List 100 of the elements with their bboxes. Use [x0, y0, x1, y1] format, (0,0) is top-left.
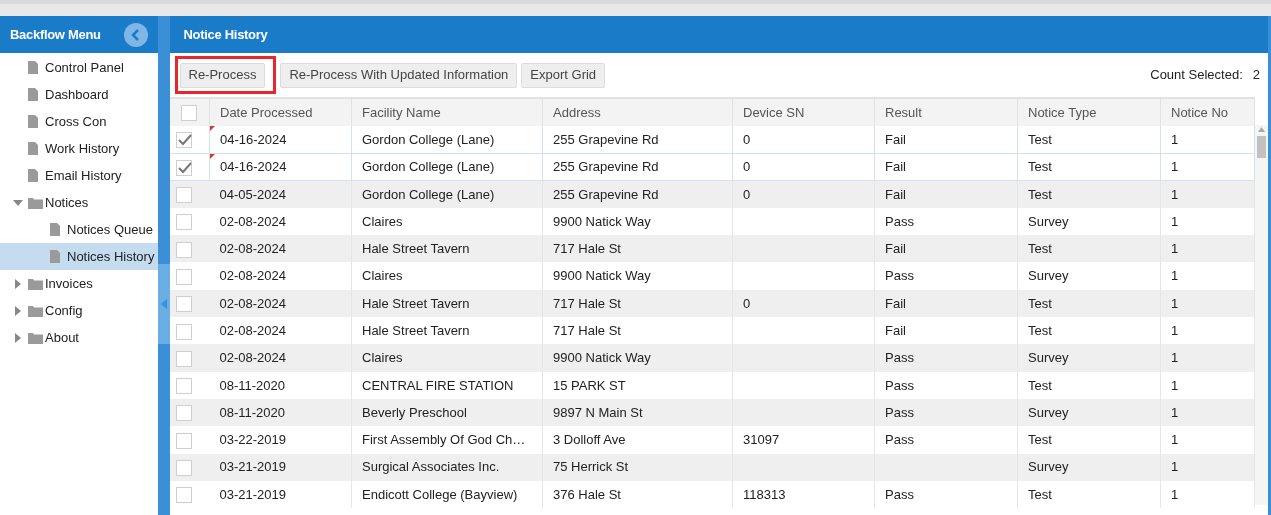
table-cell: CENTRAL FIRE STATION	[351, 371, 543, 399]
table-cell: Pass	[874, 262, 1018, 290]
toolbar-button[interactable]: Re-Process	[179, 62, 266, 88]
table-cell: Pass	[874, 480, 1018, 509]
document-icon	[50, 223, 60, 236]
table-cell: Pass	[874, 344, 1018, 372]
checkbox[interactable]	[175, 241, 192, 258]
table-cell: 02-08-2024	[209, 262, 352, 290]
table-cell: 1	[1160, 344, 1255, 372]
tree-item[interactable]: Notices History	[0, 243, 158, 270]
tree-item[interactable]: Config	[0, 297, 158, 324]
table-cell: Gordon College (Lane)	[351, 180, 543, 208]
tree-item[interactable]: Cross Con	[0, 108, 158, 135]
tree-item[interactable]: Notices Queue	[0, 216, 158, 243]
table-cell: Survey	[1017, 453, 1161, 481]
triangle-left-icon	[160, 298, 167, 309]
table-cell: Claires	[351, 344, 543, 372]
checkbox[interactable]	[175, 378, 192, 395]
table-cell: 1	[1160, 126, 1255, 154]
document-icon	[28, 115, 38, 128]
checkbox[interactable]	[175, 432, 192, 449]
checkbox[interactable]	[175, 268, 192, 285]
table-cell: 0	[732, 126, 875, 154]
table-cell: 1	[1160, 426, 1255, 454]
checkbox[interactable]	[175, 323, 192, 340]
table-cell: 1	[1160, 262, 1255, 290]
table-cell: Test	[1017, 426, 1161, 454]
tree-item[interactable]: Invoices	[0, 270, 158, 297]
table-cell: 04-16-2024	[209, 153, 352, 181]
table-cell: 1	[1160, 153, 1255, 181]
checkbox[interactable]	[175, 132, 192, 149]
table-cell: 15 PARK ST	[542, 371, 733, 399]
toolbar-button[interactable]: Export Grid	[521, 62, 606, 88]
checkbox[interactable]	[175, 296, 192, 313]
folder-icon	[28, 331, 43, 344]
checkbox[interactable]	[175, 159, 192, 176]
tree-item[interactable]: Control Panel	[0, 54, 158, 81]
table-cell: Pass	[874, 371, 1018, 399]
edited-marker	[210, 126, 215, 131]
table-cell: Fail	[874, 180, 1018, 208]
table-cell: 1	[1160, 371, 1255, 399]
table-cell: Test	[1017, 480, 1161, 509]
table-cell: First Assembly Of God Ch…	[351, 426, 543, 454]
toolbar-button[interactable]: Re-Process With Updated Information	[280, 62, 518, 88]
table-cell: 0	[732, 180, 875, 208]
document-icon	[28, 169, 38, 182]
panel-title: Notice History	[183, 25, 268, 44]
checkbox[interactable]	[175, 187, 192, 204]
expanded-caret-icon	[13, 199, 23, 206]
checkbox[interactable]	[175, 350, 192, 367]
collapsed-caret-icon	[15, 332, 21, 343]
chevron-left-icon	[129, 28, 142, 41]
table-cell: 0	[732, 153, 875, 181]
table-cell: 9900 Natick Way	[542, 344, 733, 372]
table-cell: 03-21-2019	[209, 453, 352, 481]
scroll-thumb[interactable]	[1257, 136, 1266, 158]
sidebar-title: Backflow Menu	[10, 25, 101, 44]
collapse-button[interactable]	[123, 22, 148, 47]
checkbox[interactable]	[175, 405, 192, 422]
tree-item[interactable]: About	[0, 324, 158, 351]
tree-item[interactable]: Notices	[0, 189, 158, 216]
folder-icon	[28, 196, 43, 209]
table-cell: 04-16-2024	[209, 126, 352, 154]
table-cell: 31097	[732, 426, 875, 454]
table-cell: Gordon College (Lane)	[351, 126, 543, 154]
document-icon	[28, 142, 38, 155]
tree-item[interactable]: Work History	[0, 135, 158, 162]
table-cell: 3 Dolloff Ave	[542, 426, 733, 454]
table-cell: Survey	[1017, 344, 1161, 372]
table-cell: 75 Herrick St	[542, 453, 733, 481]
edited-marker	[210, 153, 215, 159]
table-cell: Test	[1017, 153, 1161, 181]
table-cell: 1	[1160, 480, 1255, 509]
table-cell: Surgical Associates Inc.	[351, 453, 543, 481]
collapsed-caret-icon	[15, 305, 21, 316]
table-cell: 1	[1160, 453, 1255, 481]
document-icon	[50, 250, 60, 263]
collapsed-caret-icon	[15, 278, 21, 289]
table-cell: 02-08-2024	[209, 344, 352, 372]
table-cell: Claires	[351, 262, 543, 290]
checkbox[interactable]	[175, 487, 192, 504]
document-icon	[28, 88, 38, 101]
table-cell: 03-21-2019	[209, 480, 352, 509]
table-cell: Survey	[1017, 262, 1161, 290]
scroll-up-icon	[1258, 127, 1265, 132]
count-value: 2	[1252, 66, 1260, 85]
document-icon	[28, 61, 38, 74]
folder-icon	[28, 277, 43, 290]
table-cell: Fail	[874, 153, 1018, 181]
tree-item[interactable]: Email History	[0, 162, 158, 189]
checkbox[interactable]	[175, 214, 192, 231]
scrollbar[interactable]	[1255, 125, 1268, 505]
table-cell: 03-22-2019	[209, 426, 352, 454]
tree-item[interactable]: Dashboard	[0, 81, 158, 108]
checkbox[interactable]	[175, 460, 192, 476]
table-cell: 08-11-2020	[209, 371, 352, 399]
table-cell: Test	[1017, 126, 1161, 154]
checkbox[interactable]	[181, 105, 198, 122]
table-cell: 255 Grapevine Rd	[542, 126, 733, 154]
table-cell: Test	[1017, 371, 1161, 399]
